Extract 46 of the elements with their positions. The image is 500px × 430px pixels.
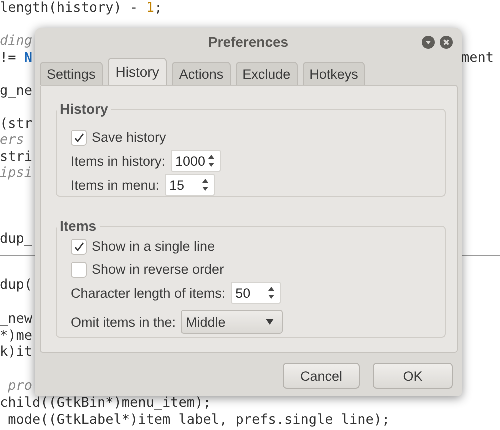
- caret-icon: [266, 319, 274, 325]
- group-title: History: [59, 101, 110, 117]
- spin-field[interactable]: 15: [164, 174, 215, 196]
- minimize-icon[interactable]: [422, 36, 435, 48]
- check-icon: [74, 132, 84, 142]
- code-line: dup(: [0, 277, 33, 294]
- tab[interactable]: Settings: [40, 62, 103, 85]
- spin-field[interactable]: 50: [230, 282, 281, 304]
- checkbox[interactable]: Show in reverse order: [71, 262, 224, 278]
- dialog-button[interactable]: Cancel: [283, 363, 360, 389]
- tab[interactable]: Exclude: [236, 62, 298, 85]
- check-icon: [74, 242, 84, 252]
- window-title: Preferences: [208, 34, 289, 50]
- dialog-button[interactable]: OK: [373, 363, 453, 389]
- code-line: k)it: [0, 344, 33, 362]
- code-line: (str: [0, 116, 33, 132]
- group-title: Items: [59, 218, 98, 234]
- code-line: length(history) - 1;: [0, 0, 163, 16]
- tab[interactable]: Hotkeys: [302, 62, 366, 85]
- field-label: Items in menu:: [71, 178, 160, 192]
- spin-arrows-icon[interactable]: [208, 154, 215, 168]
- spin-arrows-icon[interactable]: [268, 286, 275, 300]
- code-line: ding: [0, 33, 33, 50]
- spin-field[interactable]: 1000: [170, 150, 221, 172]
- tab[interactable]: Actions: [172, 62, 231, 85]
- field-label: Omit items in the:: [71, 314, 176, 330]
- code-line: != N: [0, 50, 33, 66]
- checkbox[interactable]: Save history: [71, 130, 166, 146]
- code-line: ers: [0, 132, 24, 148]
- code-line: _new: [0, 310, 33, 328]
- field-label: Items in history:: [71, 154, 166, 168]
- code-line: child((GtkBin*)menu_item);: [0, 394, 212, 412]
- code-line: *)me: [0, 328, 33, 344]
- code-line: dup_: [0, 231, 33, 248]
- field-label: Character length of items:: [71, 286, 226, 300]
- code-line: ment: [461, 50, 494, 66]
- checkbox[interactable]: Show in a single line: [71, 238, 216, 254]
- tab[interactable]: History: [108, 58, 168, 85]
- close-icon[interactable]: [440, 36, 453, 48]
- code-line: stri: [0, 148, 33, 165]
- dropdown[interactable]: Middle: [181, 310, 284, 334]
- code-line: pro: [7, 378, 33, 395]
- code-line: ipsi: [0, 165, 33, 182]
- code-line: g_ne: [0, 82, 33, 99]
- code-line: mode((GtkLabel*)item label, prefs.single line);: [7, 412, 390, 428]
- spin-arrows-icon[interactable]: [202, 178, 209, 192]
